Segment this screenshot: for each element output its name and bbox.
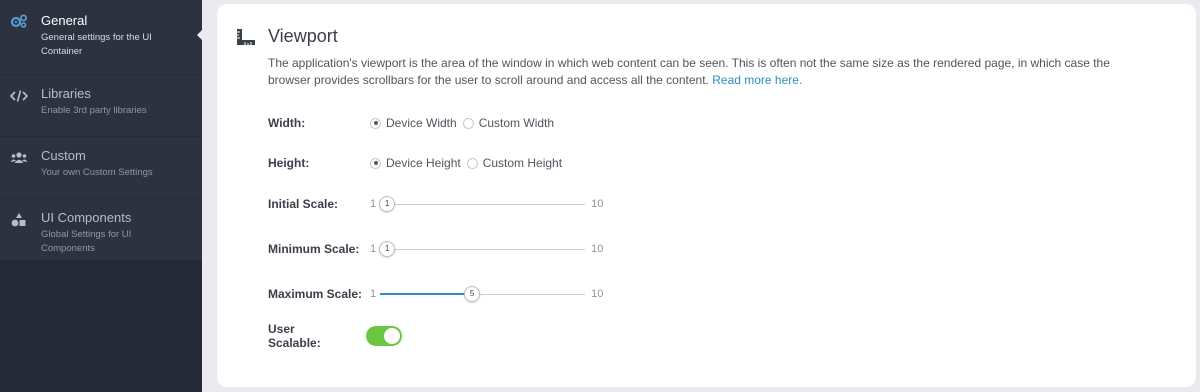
user-scalable-row: User Scalable: [268,322,402,350]
height-label: Height: [268,156,310,170]
toggle-knob [384,328,400,344]
card-header: Viewport [235,26,338,47]
slider-fill [380,293,473,295]
viewport-card: Viewport The application's viewport is t… [217,4,1196,387]
sidebar-item-custom[interactable]: Custom Your own Custom Settings [0,137,202,199]
minimum-scale-slider[interactable]: 1 1 10 [370,240,604,257]
width-device-radio[interactable]: Device Width [370,116,457,130]
slider-min: 1 [370,288,377,300]
slider-min: 1 [370,198,377,210]
sidebar-item-general[interactable]: General General settings for the UI Cont… [0,0,202,75]
sidebar: General General settings for the UI Cont… [0,0,202,392]
slider-min: 1 [370,243,377,255]
sidebar-item-desc: General settings for the UI Container [41,32,152,57]
width-row: Width: Device Width Custom Width [268,113,560,133]
slider-max: 10 [591,243,604,255]
sidebar-item-desc: Global Settings for UI Components [41,229,132,254]
radio-circle [466,157,478,169]
active-caret [197,30,202,40]
height-row: Height: Device Height Custom Height [268,153,568,173]
slider-track[interactable]: 1 [379,240,586,257]
width-custom-radio[interactable]: Custom Width [462,116,555,130]
shapes-icon [11,213,26,227]
width-radio-group: Device Width Custom Width [370,116,560,130]
radio-label: Custom Width [478,116,555,130]
initial-scale-slider[interactable]: 1 1 10 [370,195,604,212]
sidebar-item-title: General [41,13,88,28]
sidebar-item-title: Libraries [41,86,91,101]
slider-handle[interactable]: 1 [379,240,396,257]
slider-track[interactable]: 1 [379,195,586,212]
radio-circle [462,117,474,129]
initial-scale-row: Initial Scale: 1 1 10 [268,194,603,214]
sidebar-item-ui-components[interactable]: UI Components Global Settings for UI Com… [0,199,202,261]
sidebar-item-desc: Enable 3rd party libraries [41,105,147,116]
radio-label: Device Height [386,156,461,170]
ruler-icon [237,28,255,45]
radio-circle [370,157,381,169]
radio-circle [370,117,381,129]
sidebar-item-libraries[interactable]: Libraries Enable 3rd party libraries [0,75,202,137]
users-icon [10,152,28,163]
height-radio-group: Device Height Custom Height [370,156,568,170]
cogs-icon [10,14,27,28]
slider-track[interactable]: 5 [380,285,586,302]
initial-scale-label: Initial Scale: [268,197,339,211]
sidebar-menu: General General settings for the UI Cont… [0,0,202,261]
user-scalable-toggle[interactable] [366,326,402,346]
slider-handle[interactable]: 5 [464,285,481,302]
height-custom-radio[interactable]: Custom Height [466,156,563,170]
page-title: Viewport [268,26,338,46]
slider-max: 10 [591,288,604,300]
sidebar-item-title: UI Components [41,210,132,225]
sidebar-item-desc: Your own Custom Settings [41,167,153,178]
intro-body: The application's viewport is the area o… [268,56,1110,87]
minimum-scale-label: Minimum Scale: [268,242,360,256]
height-device-radio[interactable]: Device Height [370,156,461,170]
radio-label: Device Width [386,116,457,130]
maximum-scale-label: Maximum Scale: [268,287,363,301]
user-scalable-label: User Scalable: [268,322,321,350]
code-icon [10,90,28,102]
minimum-scale-row: Minimum Scale: 1 1 10 [268,239,603,259]
slider-max: 10 [591,198,604,210]
maximum-scale-row: Maximum Scale: 1 5 10 [268,284,603,304]
intro-text: The application's viewport is the area o… [268,55,1148,89]
width-label: Width: [268,116,306,130]
slider-handle[interactable]: 1 [379,195,396,212]
sidebar-item-title: Custom [41,148,86,163]
read-more-link[interactable]: Read more here. [712,73,802,87]
maximum-scale-slider[interactable]: 1 5 10 [370,285,604,302]
radio-label: Custom Height [482,156,563,170]
